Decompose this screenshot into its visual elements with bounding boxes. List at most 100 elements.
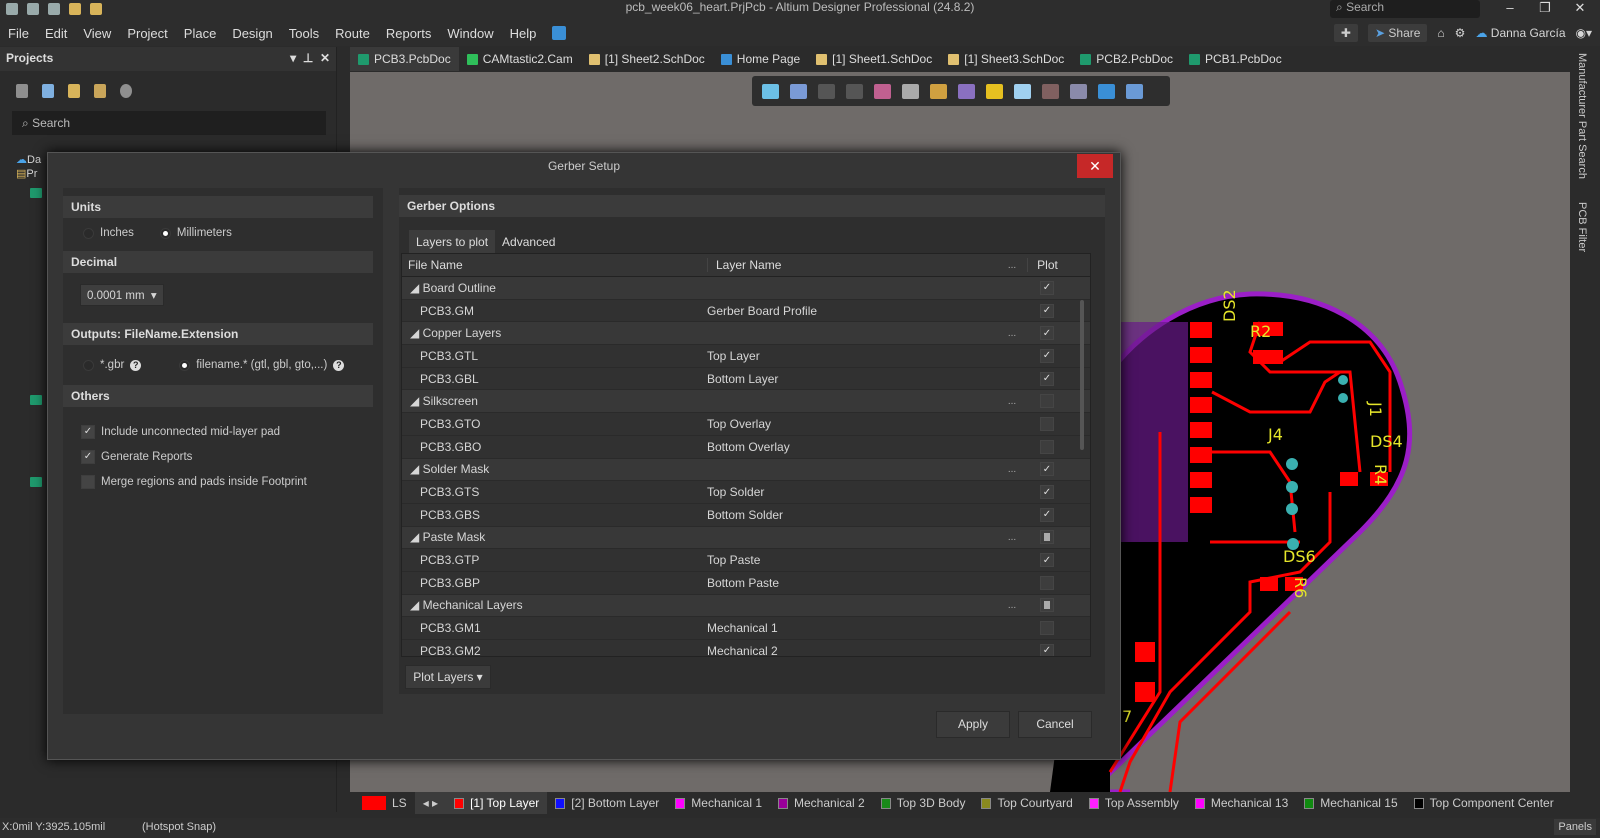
table-row[interactable]: PCB3.GTS Top Solder ✓: [402, 481, 1090, 504]
expand-triangle-icon[interactable]: ◢: [410, 326, 423, 340]
open-folder-icon[interactable]: [68, 84, 80, 98]
more-button[interactable]: ...: [997, 600, 1027, 611]
col-plot[interactable]: Plot: [1027, 258, 1067, 272]
option-checkbox-row[interactable]: ✓ Include unconnected mid-layer pad: [81, 419, 373, 444]
document-tab[interactable]: CAMtastic2.Cam: [458, 47, 581, 71]
cancel-button[interactable]: Cancel: [1018, 711, 1092, 738]
menu-window[interactable]: Window: [447, 26, 493, 41]
diff-pair-icon[interactable]: [958, 83, 975, 99]
checkbox-checked[interactable]: ✓: [81, 424, 95, 439]
menu-file[interactable]: File: [8, 26, 29, 41]
layer-tab[interactable]: Top Courtyard: [973, 792, 1080, 814]
plot-checkbox-partial[interactable]: [1040, 598, 1054, 613]
document-tab[interactable]: PCB1.PcbDoc: [1181, 47, 1290, 71]
plot-checkbox-checked[interactable]: ✓: [1040, 485, 1054, 500]
component-icon[interactable]: [902, 83, 919, 99]
plot-checkbox-checked[interactable]: ✓: [1040, 348, 1054, 363]
tree-item-project[interactable]: ▤Pr: [16, 167, 37, 180]
interactive-route-icon[interactable]: [930, 83, 947, 99]
plot-checkbox-checked[interactable]: ✓: [1040, 280, 1054, 295]
text-icon[interactable]: [1098, 83, 1115, 99]
plot-checkbox-checked[interactable]: ✓: [1040, 507, 1054, 522]
expand-triangle-icon[interactable]: ◢: [410, 462, 423, 476]
document-tab[interactable]: [1] Sheet1.SchDoc: [808, 47, 941, 71]
global-search-input[interactable]: ⌕ Search: [1330, 0, 1480, 18]
document-tab[interactable]: PCB2.PcbDoc: [1072, 47, 1181, 71]
run-script-icon[interactable]: [552, 26, 567, 40]
menu-tools[interactable]: Tools: [289, 26, 319, 41]
pcb-project-icon[interactable]: [30, 477, 42, 487]
table-row[interactable]: PCB3.GM Gerber Board Profile ✓: [402, 299, 1090, 323]
plot-checkbox-unchecked[interactable]: [1040, 621, 1054, 636]
gbr-radio[interactable]: [83, 359, 94, 371]
table-row[interactable]: PCB3.GBO Bottom Overlay: [402, 435, 1090, 459]
millimeters-radio[interactable]: [159, 227, 171, 239]
plot-checkbox-unchecked[interactable]: [1040, 439, 1054, 454]
plot-layers-button[interactable]: Plot Layers ▾: [405, 665, 491, 689]
plot-checkbox-partial[interactable]: [1040, 530, 1054, 545]
comment-button[interactable]: ✚: [1333, 24, 1358, 42]
tree-item-workspace[interactable]: ☁Da: [16, 153, 41, 166]
close-window-button[interactable]: ✕: [1565, 0, 1595, 16]
document-tab[interactable]: [1] Sheet2.SchDoc: [580, 47, 713, 71]
menu-design[interactable]: Design: [232, 26, 272, 41]
polygon-icon[interactable]: [1014, 83, 1031, 99]
menu-route[interactable]: Route: [335, 26, 370, 41]
more-button[interactable]: ...: [997, 532, 1027, 543]
keepout-icon[interactable]: [1042, 83, 1059, 99]
option-checkbox-row[interactable]: Merge regions and pads inside Footprint: [81, 469, 373, 494]
table-row[interactable]: PCB3.GTP Top Paste ✓: [402, 549, 1090, 572]
col-layer-name[interactable]: Layer Name: [707, 258, 997, 272]
group-row[interactable]: ◢ Solder Mask... ✓: [402, 458, 1090, 482]
layer-tab[interactable]: Mechanical 15: [1296, 792, 1405, 814]
layer-tab[interactable]: Top 3D Body: [873, 792, 974, 814]
help-icon[interactable]: ?: [130, 359, 142, 371]
route-icon[interactable]: [790, 83, 807, 99]
tab-advanced[interactable]: Advanced: [495, 230, 562, 254]
document-tab[interactable]: Home Page: [712, 47, 809, 71]
plot-checkbox-unchecked[interactable]: [1040, 575, 1054, 590]
group-row[interactable]: ◢ Board Outline ✓: [402, 277, 1090, 300]
expand-triangle-icon[interactable]: ◢: [410, 281, 423, 295]
menu-edit[interactable]: Edit: [45, 26, 67, 41]
layer-tab[interactable]: Mechanical 1: [667, 792, 770, 814]
expand-triangle-icon[interactable]: ◢: [410, 394, 423, 408]
user-account[interactable]: ☁ Danna García: [1475, 26, 1565, 40]
maximize-button[interactable]: ❐: [1530, 0, 1560, 16]
group-row[interactable]: ◢ Copper Layers... ✓: [402, 322, 1090, 346]
expand-triangle-icon[interactable]: ◢: [410, 530, 423, 544]
panel-controls[interactable]: ▾ ⊥ ✕: [290, 51, 330, 67]
plot-checkbox-checked[interactable]: ✓: [1040, 303, 1054, 318]
align-icon[interactable]: [874, 83, 891, 99]
plot-checkbox-checked[interactable]: ✓: [1040, 553, 1054, 568]
group-row[interactable]: ◢ Paste Mask...: [402, 526, 1090, 550]
project-options-icon[interactable]: [42, 84, 54, 98]
projects-search-input[interactable]: ⌕ Search: [12, 111, 326, 135]
dialog-title-bar[interactable]: Gerber Setup ✕: [48, 153, 1120, 183]
layer-tab[interactable]: [1] Top Layer: [446, 792, 548, 814]
via-icon[interactable]: [986, 83, 1003, 99]
home-icon[interactable]: ⌂: [1437, 26, 1444, 40]
filter-icon[interactable]: [762, 83, 779, 99]
pcb-project-icon[interactable]: [30, 188, 42, 198]
table-row[interactable]: PCB3.GTO Top Overlay: [402, 413, 1090, 436]
expand-triangle-icon[interactable]: ◢: [410, 598, 423, 612]
table-row[interactable]: PCB3.GTL Top Layer ✓: [402, 345, 1090, 368]
filename-ext-radio[interactable]: [179, 359, 191, 371]
help-icon[interactable]: ?: [333, 359, 345, 371]
share-button[interactable]: ➤ Share: [1367, 24, 1428, 42]
plot-checkbox-unchecked[interactable]: [1040, 416, 1054, 431]
document-tab[interactable]: PCB3.PcbDoc: [350, 47, 459, 71]
apply-button[interactable]: Apply: [936, 711, 1010, 738]
table-row[interactable]: PCB3.GBL Bottom Layer ✓: [402, 367, 1090, 391]
layer-tab[interactable]: Mechanical 13: [1187, 792, 1296, 814]
account-icon[interactable]: ◉▾: [1576, 26, 1593, 40]
plot-checkbox-checked[interactable]: ✓: [1040, 643, 1054, 656]
more-button[interactable]: ...: [997, 464, 1027, 475]
layer-tab[interactable]: Top Assembly: [1081, 792, 1187, 814]
pcb-filter-tab[interactable]: PCB Filter: [1576, 202, 1588, 252]
table-row[interactable]: PCB3.GBS Bottom Solder ✓: [402, 503, 1090, 527]
menu-view[interactable]: View: [83, 26, 111, 41]
tab-layers-to-plot[interactable]: Layers to plot: [409, 230, 496, 254]
pcb-project-icon[interactable]: [30, 395, 42, 405]
